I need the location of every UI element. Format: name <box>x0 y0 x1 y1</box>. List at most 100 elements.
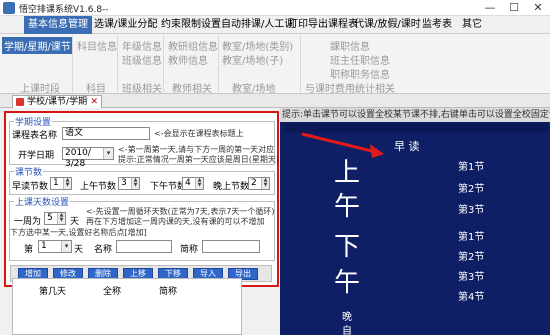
schedule-name-input[interactable]: 语文 <box>62 127 150 140</box>
stepper-arrows-icon[interactable]: ▲ ▼ <box>195 178 203 189</box>
document-icon <box>16 98 24 106</box>
morning-read-stepper[interactable]: 1 ▲ ▼ <box>50 177 72 190</box>
tab-label: 学校/课节/学期 <box>27 97 88 107</box>
ribbon-head-teacher-info[interactable]: 班主任职信息 <box>330 52 390 67</box>
semester-group-title: 学期设置 <box>14 115 53 128</box>
day-short-input[interactable] <box>202 240 260 253</box>
stepper-arrows-icon[interactable]: ▲ ▼ <box>57 213 65 224</box>
column-header-shortname[interactable]: 简称 <box>159 284 177 297</box>
day-number-value: 1 <box>41 241 47 251</box>
morning-periods-stepper[interactable]: 3 ▲ ▼ <box>118 177 140 190</box>
menu-course-selection[interactable]: 选课/课业分配 <box>90 16 161 34</box>
ribbon-group-timeslot: 上课时段 <box>20 84 60 95</box>
evening-char-2: 自 <box>342 326 352 335</box>
period-pm-4[interactable]: 第4节 <box>458 288 484 303</box>
week-days-value: 5 <box>47 213 53 223</box>
chevron-down-icon[interactable]: ▾ <box>61 241 71 252</box>
day-name-input[interactable] <box>116 240 172 253</box>
afternoon-periods-stepper[interactable]: 4 ▲ ▼ <box>182 177 204 190</box>
ribbon-group-room: 教室/场地 <box>232 84 276 95</box>
days-group-title: 上课天数设置 <box>14 195 71 208</box>
semester-group: 学期设置 课程表名称 语文 <-会显示在课程表标题上 开学日期 2010/ 3/… <box>9 115 279 169</box>
ribbon-subject-info[interactable]: 科目信息 <box>77 38 117 53</box>
ribbon-group-teacher: 教师相关 <box>172 84 212 95</box>
period-pm-3[interactable]: 第3节 <box>458 268 484 283</box>
column-header-fullname[interactable]: 全称 <box>103 284 121 297</box>
stepper-arrows-icon[interactable]: ▲ ▼ <box>261 178 269 189</box>
evening-periods-value: 2 <box>251 178 257 188</box>
start-date-value: 2010/ 3/28 <box>65 148 91 169</box>
afternoon-periods-value: 4 <box>185 178 191 188</box>
tab-close-icon[interactable]: ✕ <box>91 96 99 108</box>
period-pm-1[interactable]: 第1节 <box>458 228 484 243</box>
morning-char-2: 午 <box>334 192 361 222</box>
ribbon-grade-info[interactable]: 年级信息 <box>122 38 162 53</box>
add-day-hint: 下方选中某一天,设置好名称后点[增加] <box>10 228 147 237</box>
tab-school-period-semester[interactable]: 学校/课节/学期 ✕ <box>12 95 103 108</box>
window-title: 悟空排课系统V1.6.8-- <box>19 5 109 15</box>
stepper-arrows-icon[interactable]: ▲ ▼ <box>63 178 71 189</box>
morning-read-value: 1 <box>53 178 59 188</box>
periods-group: 课节数 早读节数 1 ▲ ▼ 上午节数 3 ▲ ▼ 下午节数 4 ▲ ▼ 晚上节数 2… <box>9 165 275 195</box>
morning-char-1: 上 <box>334 158 361 188</box>
period-am-3[interactable]: 第3节 <box>458 201 484 216</box>
menu-constraints[interactable]: 约束限制设置 <box>157 16 225 34</box>
early-reading-title[interactable]: 早 读 <box>394 138 420 154</box>
ribbon-group-fee-stats: 与课时费用统计相关 <box>305 84 395 95</box>
title-bar: 悟空排课系统V1.6.8-- — ☐ ✕ <box>0 0 550 16</box>
menu-other[interactable]: 其它 <box>458 16 486 34</box>
week-days-unit: 天 <box>70 217 80 227</box>
period-am-1[interactable]: 第1节 <box>458 158 484 173</box>
days-group: 上课天数设置 一周为 5 ▲ ▼ 天 <-先设置一周循环天数(正常为7天,表示7天… <box>9 195 275 261</box>
morning-read-label: 早读节数 <box>12 182 49 192</box>
minimize-button[interactable]: — <box>478 0 502 16</box>
ribbon-teacher-info[interactable]: 教师信息 <box>168 52 208 67</box>
afternoon-char-2: 午 <box>334 268 361 298</box>
period-am-2[interactable]: 第2节 <box>458 180 484 195</box>
menu-substitute[interactable]: 代课/放假/课时 <box>350 16 425 34</box>
ribbon-room-category[interactable]: 教室/场地(类别) <box>222 38 293 53</box>
start-date-picker[interactable]: 2010/ 3/28 ▾ <box>62 147 114 169</box>
column-header-day[interactable]: 第几天 <box>39 284 66 297</box>
evening-char-1: 晚 <box>342 312 352 323</box>
preview-hint: 提示:单击课节可以设置全校某节课不排,右键单击可以设置全校固定课. <box>280 108 550 122</box>
ribbon-group-subject: 科目 <box>86 84 106 95</box>
evening-periods-stepper[interactable]: 2 ▲ ▼ <box>248 177 270 190</box>
schedule-preview-panel: 提示:单击课节可以设置全校某节课不排,右键单击可以设置全校固定课. 早 读 上 … <box>280 108 550 335</box>
ribbon-room-sub[interactable]: 教室/场地(子) <box>222 52 283 67</box>
ribbon: 学期/星期/课节 上课时段 科目信息 科目 年级信息 班级信息 班级相关 教研组… <box>0 34 550 95</box>
afternoon-periods-label: 下午节数 <box>150 182 187 192</box>
week-days-stepper[interactable]: 5 ▲ ▼ <box>44 212 66 225</box>
ribbon-title-position-info[interactable]: 职称职务信息 <box>330 66 390 81</box>
close-button[interactable]: ✕ <box>526 0 550 16</box>
start-date-label: 开学日期 <box>18 151 55 161</box>
schedule-name-label: 课程表名称 <box>12 131 58 141</box>
periods-group-title: 课节数 <box>14 165 44 178</box>
day-number-select[interactable]: 1 ▾ <box>38 240 72 253</box>
week-days-label: 一周为 <box>14 217 42 227</box>
schedule-name-hint: <-会显示在课程表标题上 <box>154 129 244 138</box>
day-name-label: 名称 <box>94 245 113 255</box>
ribbon-semester-week-period[interactable]: 学期/星期/课节 <box>2 37 73 54</box>
ribbon-teaching-group-info[interactable]: 教研组信息 <box>168 38 218 53</box>
app-logo-icon <box>3 2 15 14</box>
menu-basic-info[interactable]: 基本信息管理 <box>24 16 92 34</box>
calendar-dropdown-icon[interactable]: ▾ <box>103 148 113 159</box>
afternoon-char-1: 下 <box>334 232 361 262</box>
week-days-hint-2: 再在下方增加这一周内课的天,没有课的可以不增加 <box>86 217 265 226</box>
ribbon-group-class: 班级相关 <box>122 84 162 95</box>
start-date-hint-2: 提示:正常情况一周第一天应该是周日(星期天) <box>118 155 279 164</box>
ribbon-class-info[interactable]: 班级信息 <box>122 52 162 67</box>
ribbon-duty-info[interactable]: 課职信息 <box>330 38 370 53</box>
period-pm-2[interactable]: 第2节 <box>458 248 484 263</box>
menu-invigilation[interactable]: 监考表 <box>418 16 456 34</box>
evening-periods-label: 晚上节数 <box>213 182 250 192</box>
day-short-label: 简称 <box>180 245 199 255</box>
stepper-arrows-icon[interactable]: ▲ ▼ <box>131 178 139 189</box>
menu-bar: 基本信息管理 选课/课业分配 约束限制设置 自动排课/人工调 打印导出课程表 代… <box>0 16 550 34</box>
day-unit-label: 天 <box>74 245 84 255</box>
settings-panel: 学期设置 课程表名称 语文 <-会显示在课程表标题上 开学日期 2010/ 3/… <box>0 108 280 335</box>
maximize-button[interactable]: ☐ <box>502 0 526 16</box>
day-number-label: 第 <box>24 245 34 255</box>
morning-periods-label: 上午节数 <box>80 182 117 192</box>
